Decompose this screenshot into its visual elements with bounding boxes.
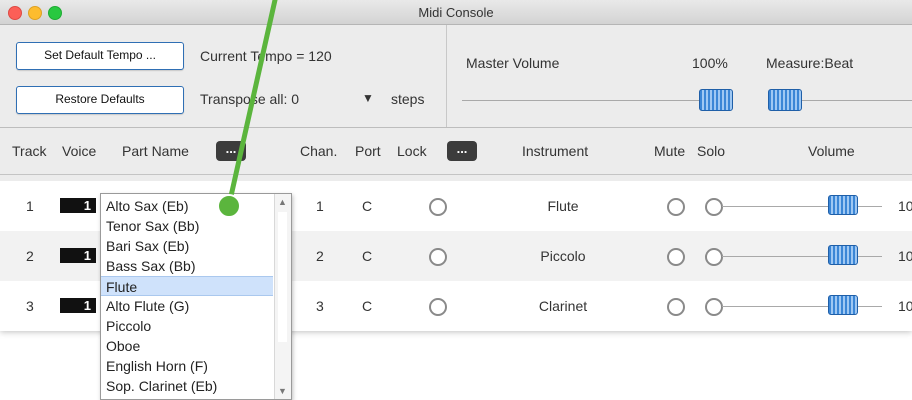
title-bar: Midi Console [0,0,912,25]
part-option[interactable]: English Horn (F) [101,356,273,376]
port-value[interactable]: C [362,198,372,214]
part-option[interactable]: Piccolo [101,316,273,336]
restore-defaults-button[interactable]: Restore Defaults [16,86,184,114]
lock-toggle[interactable] [429,298,447,316]
volume-slider-thumb[interactable] [828,245,858,265]
solo-toggle[interactable] [705,248,723,266]
volume-track [722,206,882,207]
current-tempo-label: Current Tempo = 120 [200,48,332,64]
col-port: Port [355,143,381,159]
chan-value[interactable]: 1 [316,198,324,214]
scrollbar-thumb[interactable] [278,212,287,342]
voice-number[interactable]: 1 [60,198,96,213]
solo-toggle[interactable] [705,298,723,316]
part-option[interactable]: Sop. Clarinet (Eb) [101,376,273,396]
chan-value[interactable]: 3 [316,298,324,314]
lock-toggle[interactable] [429,198,447,216]
part-option[interactable]: Tenor Sax (Bb) [101,216,273,236]
mute-toggle[interactable] [667,198,685,216]
lock-toggle[interactable] [429,248,447,266]
part-option[interactable]: Oboe [101,336,273,356]
lock-more-button[interactable]: ... [447,141,477,161]
part-option[interactable]: Bari Sax (Eb) [101,236,273,256]
instrument-value[interactable]: Piccolo [508,248,618,264]
col-volume: Volume [808,143,855,159]
track-number: 1 [26,198,34,214]
scroll-up-icon[interactable]: ▲ [278,197,287,207]
part-name-dropdown[interactable]: Alto Sax (Eb) Tenor Sax (Bb) Bari Sax (E… [100,193,292,400]
part-option[interactable]: Bass Sax (Bb) [101,256,273,276]
part-option[interactable]: Alto Sax (Eb) [101,196,273,216]
volume-value: 10 [898,298,912,314]
master-volume-track [462,100,708,101]
toolbar: Set Default Tempo ... Current Tempo = 12… [0,25,912,128]
col-instrument: Instrument [522,143,589,159]
master-volume-slider-thumb[interactable] [699,89,733,111]
part-name-more-button[interactable]: ... [216,141,246,161]
instrument-value[interactable]: Clarinet [508,298,618,314]
transpose-dropdown-icon[interactable]: ▼ [362,91,374,105]
set-default-tempo-button[interactable]: Set Default Tempo ... [16,42,184,70]
volume-value: 10 [898,248,912,264]
toolbar-divider [446,25,447,127]
track-table-header: Track Voice Part Name ... Chan. Port Loc… [0,128,912,175]
col-part-name: Part Name [122,143,189,159]
mute-toggle[interactable] [667,248,685,266]
port-value[interactable]: C [362,248,372,264]
volume-slider-thumb[interactable] [828,295,858,315]
track-number: 2 [26,248,34,264]
volume-value: 10 [898,198,912,214]
window-title: Midi Console [418,5,494,20]
mute-toggle[interactable] [667,298,685,316]
voice-number[interactable]: 1 [60,298,96,313]
master-volume-label: Master Volume [466,55,560,71]
steps-label: steps [391,91,425,107]
measure-beat-label: Measure:Beat [766,55,854,71]
col-chan: Chan. [300,143,338,159]
volume-track [722,256,882,257]
col-mute: Mute [654,143,686,159]
transpose-all-label: Transpose all: 0 [200,91,300,107]
part-option[interactable]: Alto Flute (G) [101,296,273,316]
part-option-selected[interactable]: Flute [101,276,273,296]
dropdown-scrollbar[interactable]: ▲ ▼ [274,194,291,399]
port-value[interactable]: C [362,298,372,314]
voice-number[interactable]: 1 [60,248,96,263]
track-number: 3 [26,298,34,314]
col-track: Track [12,143,47,159]
col-voice: Voice [62,143,97,159]
col-solo: Solo [697,143,726,159]
measure-slider-thumb[interactable] [768,89,802,111]
volume-track [722,306,882,307]
scroll-down-icon[interactable]: ▼ [278,386,287,396]
chan-value[interactable]: 2 [316,248,324,264]
col-lock: Lock [397,143,427,159]
solo-toggle[interactable] [705,198,723,216]
volume-slider-thumb[interactable] [828,195,858,215]
master-volume-value: 100% [692,55,728,71]
instrument-value[interactable]: Flute [508,198,618,214]
